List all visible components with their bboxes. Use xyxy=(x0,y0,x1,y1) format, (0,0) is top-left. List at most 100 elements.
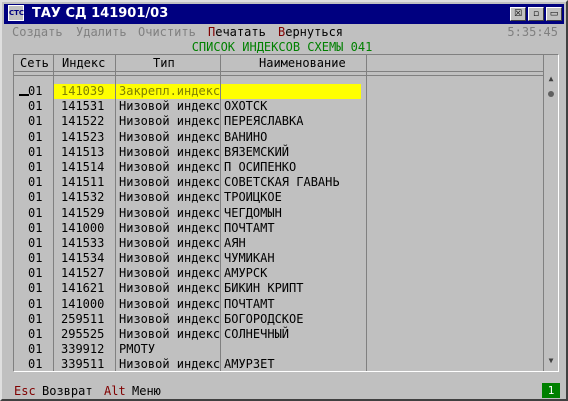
cell-name: ЧЕГДОМЫН xyxy=(224,205,282,220)
cell-name: ТРОИЦКОЕ xyxy=(224,190,282,205)
menu-return-label: ернуться xyxy=(285,25,344,39)
table-row[interactable]: 01 141532 Низовой индекс ТРОИЦКОЕ xyxy=(14,190,544,205)
menu-print[interactable]: Печатать xyxy=(208,25,266,39)
cell-net: 01 xyxy=(28,327,43,341)
table-row[interactable]: 01 141533 Низовой индекс АЯН xyxy=(14,236,544,251)
cell-index: 339511 xyxy=(61,357,105,372)
cell-net: 01 xyxy=(28,129,43,144)
esc-label[interactable]: Возврат xyxy=(42,384,93,398)
cell-name: ВЯЗЕМСКИЙ xyxy=(224,144,290,159)
column-header-type[interactable]: Тип xyxy=(153,56,175,70)
index-table[interactable]: Сеть Индекс Тип Наименование 01 141039 Зак… xyxy=(13,54,559,372)
scroll-thumb[interactable] xyxy=(548,91,554,97)
cell-index: 141000 xyxy=(61,296,105,311)
table-row[interactable]: 01 141523 Низовой индекс ВАНИНО xyxy=(14,130,544,145)
table-row[interactable]: 01 141522 Низовой индекс ПЕРЕЯСЛАВКА xyxy=(14,114,544,129)
table-row[interactable]: 01 141534 Низовой индекс ЧУМИКАН xyxy=(14,251,544,266)
table-row[interactable]: 01 141000 Низовой индекс ПОЧТАМТ xyxy=(14,297,544,312)
maximize-icon[interactable]: ▭ xyxy=(546,7,562,21)
cell-name: ПОЧТАМТ xyxy=(224,296,275,311)
cell-net: 01 xyxy=(28,220,43,235)
window-title: ТАУ СД 141901/03 xyxy=(32,6,169,21)
column-header-index[interactable]: Индекс xyxy=(62,56,105,70)
cell-name: СОЛНЕЧНЫЙ xyxy=(224,327,290,341)
scroll-up-icon[interactable]: ▲ xyxy=(546,75,556,83)
table-row[interactable]: 01 295525 Низовой индекс СОЛНЕЧНЫЙ xyxy=(14,327,544,342)
cell-net: 01 xyxy=(28,235,43,250)
alt-key[interactable]: Alt xyxy=(104,384,126,398)
esc-key[interactable]: Esc xyxy=(14,384,36,398)
table-row[interactable]: 01 141039 Закрепл.индекс xyxy=(14,84,544,99)
cell-index: 141532 xyxy=(61,190,105,205)
table-row[interactable]: 01 141529 Низовой индекс ЧЕГДОМЫН xyxy=(14,206,544,221)
clock: 5:35:45 xyxy=(507,25,558,39)
cell-index: 141529 xyxy=(61,205,105,220)
cell-net: 01 xyxy=(28,159,43,174)
cell-name: ЧУМИКАН xyxy=(224,251,275,266)
cell-net: 01 xyxy=(28,114,43,129)
table-row[interactable]: 01 141514 Низовой индекс П ОСИПЕНКО xyxy=(14,160,544,175)
cell-net: 01 xyxy=(28,190,43,205)
vertical-scrollbar[interactable]: ▲ ▼ xyxy=(544,71,558,371)
table-row[interactable]: 01 141527 Низовой индекс АМУРСК xyxy=(14,266,544,281)
menu-create[interactable]: Создать xyxy=(12,25,63,39)
cell-net: 01 xyxy=(28,266,43,281)
table-row[interactable]: 01 339912 РМОТУ xyxy=(14,342,544,357)
cell-index: 339912 xyxy=(61,342,105,357)
cell-type: Низовой индекс xyxy=(119,296,221,311)
cell-index: 141514 xyxy=(61,159,105,174)
table-row[interactable]: 01 141511 Низовой индекс СОВЕТСКАЯ ГАВАНЬ xyxy=(14,175,544,190)
title-bar[interactable]: CTC ТАУ СД 141901/03 ☒ ▫ ▭ xyxy=(4,4,564,24)
header-divider xyxy=(14,75,544,76)
cell-type: Низовой индекс xyxy=(119,205,221,220)
restore-icon[interactable]: ▫ xyxy=(528,7,544,21)
cell-net: 01 xyxy=(28,311,43,326)
cell-net: 01 xyxy=(28,251,43,266)
cell-index: 295525 xyxy=(61,327,105,341)
table-row[interactable]: 01 141621 Низовой индекс БИКИН КРИПТ xyxy=(14,281,544,296)
cell-net: 01 xyxy=(28,281,43,296)
scroll-down-icon[interactable]: ▼ xyxy=(546,357,556,365)
table-row[interactable]: 01 141000 Низовой индекс ПОЧТАМТ xyxy=(14,221,544,236)
cell-index: 141000 xyxy=(61,220,105,235)
list-title: СПИСОК ИНДЕКСОВ СХЕМЫ 041 xyxy=(191,40,373,54)
cell-type: Низовой индекс xyxy=(119,327,221,341)
cell-type: РМОТУ xyxy=(119,342,156,357)
close-icon[interactable]: ☒ xyxy=(510,7,526,21)
menu-bar: Создать Удалить Очистить Печатать Вернут… xyxy=(4,24,564,40)
cell-net: 01 xyxy=(28,84,43,98)
column-header-name[interactable]: Наименование xyxy=(259,56,346,70)
app-icon[interactable]: CTC xyxy=(8,5,24,21)
cell-type: Низовой индекс xyxy=(119,235,221,250)
cell-name: ПЕРЕЯСЛАВКА xyxy=(224,114,304,129)
cell-net: 01 xyxy=(28,357,43,372)
table-row[interactable]: 01 339511 Низовой индекс АМУРЗЕТ xyxy=(14,357,544,372)
cell-index: 141513 xyxy=(61,144,105,159)
column-header-net[interactable]: Сеть xyxy=(20,56,49,70)
cell-index: 141533 xyxy=(61,235,105,250)
row-cursor xyxy=(19,94,29,96)
table-row[interactable]: 01 141513 Низовой индекс ВЯЗЕМСКИЙ xyxy=(14,145,544,160)
cell-type: Низовой индекс xyxy=(119,114,221,129)
cell-type: Низовой индекс xyxy=(119,129,221,144)
menu-clear[interactable]: Очистить xyxy=(138,25,196,39)
cell-type: Низовой индекс xyxy=(119,144,221,159)
menu-return[interactable]: Вернуться xyxy=(278,25,343,39)
table-row[interactable]: 01 259511 Низовой индекс БОГОРОДСКОЕ xyxy=(14,312,544,327)
cell-type: Низовой индекс xyxy=(119,251,221,266)
cell-index: 141531 xyxy=(61,99,105,114)
cell-net: 01 xyxy=(28,205,43,220)
cell-type: Низовой индекс xyxy=(119,220,221,235)
cell-net: 01 xyxy=(28,342,43,357)
cell-index: 141523 xyxy=(61,129,105,144)
cell-index: 141522 xyxy=(61,114,105,129)
cell-type: Низовой индекс xyxy=(119,190,221,205)
cell-index: 141039 xyxy=(54,84,115,99)
cell-name: ВАНИНО xyxy=(224,129,268,144)
menu-print-label: ечатать xyxy=(215,25,266,39)
alt-label[interactable]: Меню xyxy=(132,384,161,398)
table-row[interactable]: 01 141531 Низовой индекс ОХОТСК xyxy=(14,99,544,114)
cell-type: Низовой индекс xyxy=(119,357,221,372)
menu-delete[interactable]: Удалить xyxy=(76,25,127,39)
cell-net: 01 xyxy=(28,99,43,114)
